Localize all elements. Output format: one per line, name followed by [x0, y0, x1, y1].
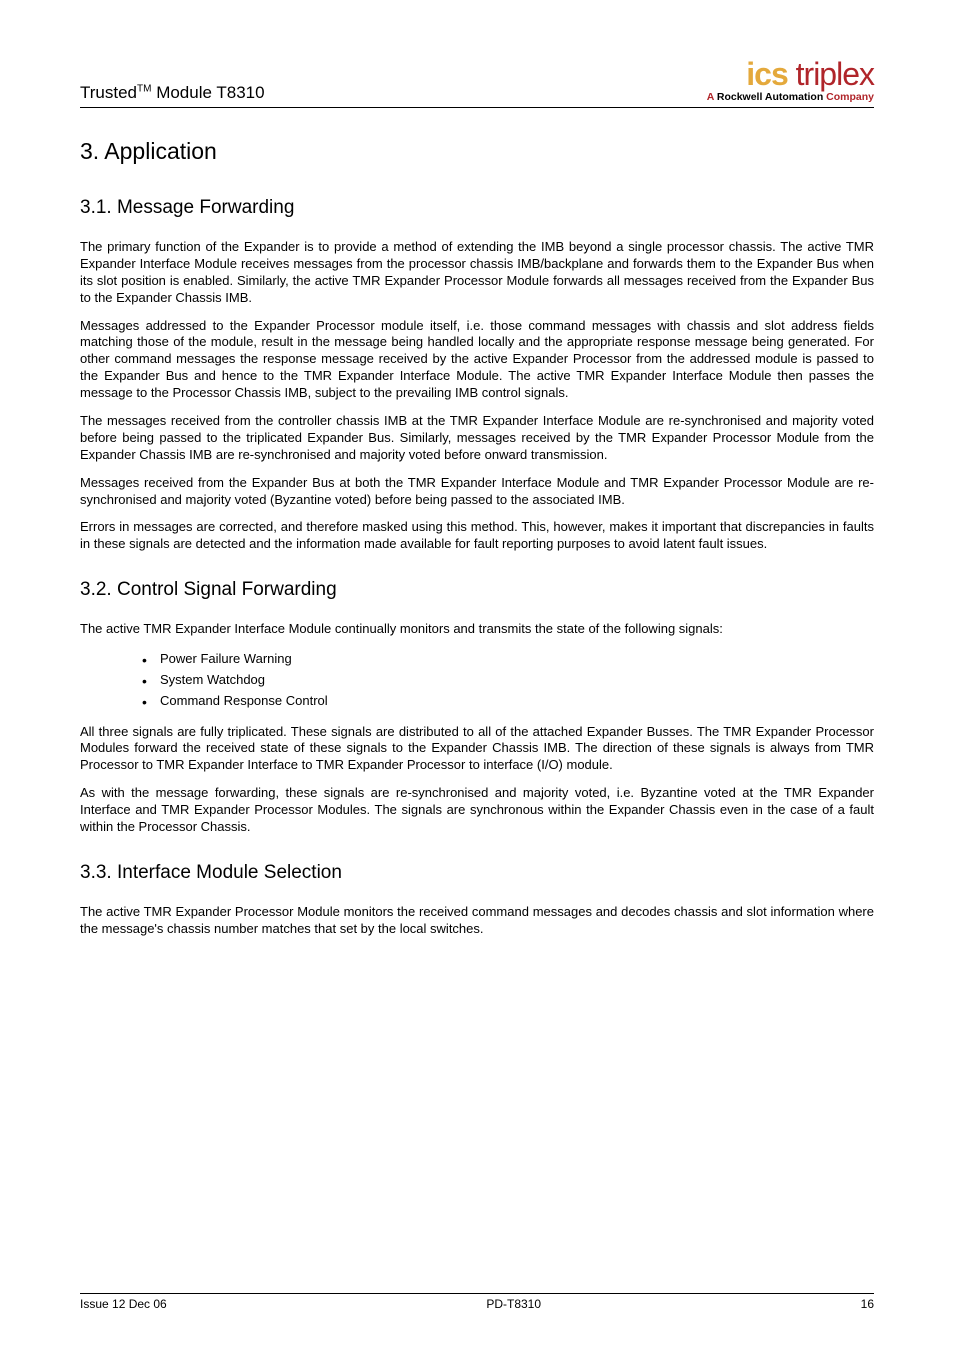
footer-right: 16: [861, 1297, 874, 1311]
page-footer: Issue 12 Dec 06 PD-T8310 16: [80, 1293, 874, 1311]
logo: ics triplex A Rockwell Automation Compan…: [707, 56, 874, 103]
logo-sub-suffix: Company: [823, 91, 874, 103]
section-heading-1: 3.1. Message Forwarding: [80, 197, 874, 219]
page-title: 3. Application: [80, 138, 874, 165]
list-item: Command Response Control: [142, 691, 874, 712]
logo-main: ics triplex: [707, 56, 874, 93]
header-prefix: Trusted: [80, 83, 137, 102]
section-heading-2: 3.2. Control Signal Forwarding: [80, 579, 874, 601]
body-text: Messages received from the Expander Bus …: [80, 475, 874, 509]
page-header: TrustedTM Module T8310 ics triplex A Roc…: [80, 56, 874, 108]
header-tm: TM: [137, 83, 151, 94]
body-text: The active TMR Expander Interface Module…: [80, 621, 874, 638]
body-text: Errors in messages are corrected, and th…: [80, 519, 874, 553]
logo-ics: ics: [746, 56, 787, 92]
header-title: TrustedTM Module T8310: [80, 83, 265, 103]
logo-triplex: triplex: [788, 56, 874, 92]
body-text: As with the message forwarding, these si…: [80, 785, 874, 836]
body-text: The primary function of the Expander is …: [80, 239, 874, 307]
body-text: Messages addressed to the Expander Proce…: [80, 318, 874, 402]
logo-sub-rockwell: Rockwell Automation: [717, 91, 823, 103]
section-heading-3: 3.3. Interface Module Selection: [80, 862, 874, 884]
body-text: All three signals are fully triplicated.…: [80, 724, 874, 775]
header-suffix: Module T8310: [151, 83, 264, 102]
footer-left: Issue 12 Dec 06: [80, 1297, 167, 1311]
body-text: The messages received from the controlle…: [80, 413, 874, 464]
logo-subtitle: A Rockwell Automation Company: [707, 91, 874, 103]
list-item: System Watchdog: [142, 670, 874, 691]
list-item: Power Failure Warning: [142, 649, 874, 670]
body-text: The active TMR Expander Processor Module…: [80, 904, 874, 938]
footer-center: PD-T8310: [486, 1297, 541, 1311]
logo-sub-prefix: A: [707, 91, 717, 103]
bullet-list: Power Failure Warning System Watchdog Co…: [142, 649, 874, 711]
